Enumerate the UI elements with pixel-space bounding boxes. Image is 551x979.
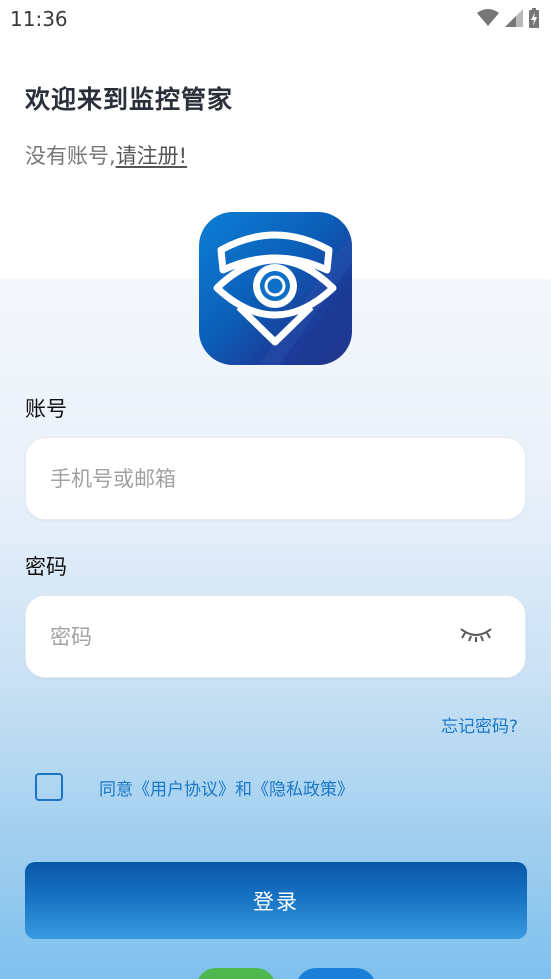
register-line: 没有账号, 请注册! [25,140,187,170]
qq-icon[interactable] [296,968,376,979]
eye-closed-icon[interactable] [459,623,493,645]
eye-shield-logo [213,231,352,365]
password-label: 密码 [25,555,67,579]
account-field[interactable] [25,437,526,520]
signal-icon [505,9,523,27]
account-input[interactable] [50,438,450,519]
password-field[interactable] [25,595,526,678]
login-button[interactable]: 登录 [25,862,527,939]
wechat-icon[interactable] [196,968,276,979]
register-link[interactable]: 请注册! [116,140,187,170]
welcome-title: 欢迎来到监控管家 [25,85,234,114]
app-logo [199,212,352,365]
agreement-row: 同意《用户协议》和《隐私政策》 [35,773,354,801]
status-time: 11:36 [10,7,68,31]
password-input[interactable] [50,596,450,677]
no-account-text: 没有账号, [25,144,116,168]
agreement-text[interactable]: 同意《用户协议》和《隐私政策》 [99,775,354,800]
wifi-icon [477,9,499,26]
account-label: 账号 [25,397,67,421]
battery-charging-icon [529,8,539,28]
status-bar: 11:36 [0,0,551,38]
status-icons [477,8,539,28]
agreement-checkbox[interactable] [35,773,63,801]
forgot-password-link[interactable]: 忘记密码? [441,712,518,737]
